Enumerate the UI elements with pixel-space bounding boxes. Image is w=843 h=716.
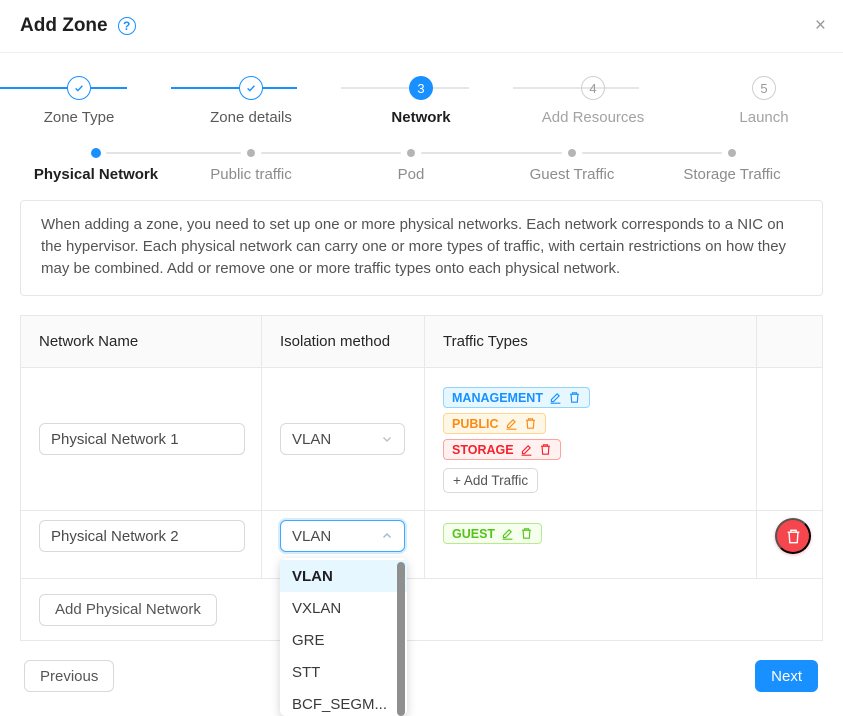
wizard-stepper: 3 4 5 Zone Type Zone details Network Add… [20, 64, 823, 136]
step-label-zone-type: Zone Type [0, 109, 159, 126]
dropdown-option-stt[interactable]: STT [280, 656, 407, 688]
step-connector [513, 87, 639, 89]
network-name-cell [21, 511, 262, 578]
selected-isolation-value: VLAN [292, 431, 331, 448]
delete-icon[interactable] [520, 527, 533, 540]
traffic-tag-public: PUBLIC [443, 413, 546, 434]
traffic-types-cell: GUEST [425, 511, 757, 578]
step-icon-network: 3 [409, 76, 433, 100]
close-icon[interactable]: × [815, 15, 826, 37]
next-button[interactable]: Next [755, 660, 818, 692]
dot-connector [421, 152, 562, 154]
edit-icon[interactable] [549, 391, 562, 404]
dropdown-scrollbar[interactable] [397, 562, 405, 716]
trash-icon [785, 528, 802, 545]
table-header-row: Network Name Isolation method Traffic Ty… [21, 316, 822, 368]
dot-connector [582, 152, 722, 154]
isolation-method-dropdown: VLAN VXLAN GRE STT BCF_SEGM... [280, 558, 407, 716]
dot-public-traffic [247, 149, 255, 157]
sub-step-label-storage-traffic: Storage Traffic [642, 166, 822, 183]
delete-network-button[interactable] [775, 518, 811, 554]
edit-icon[interactable] [501, 527, 514, 540]
previous-button[interactable]: Previous [24, 660, 114, 692]
network-sub-stepper: Physical Network Public traffic Pod Gues… [20, 140, 823, 192]
physical-networks-table: Network Name Isolation method Traffic Ty… [20, 315, 823, 641]
traffic-tag-label: GUEST [452, 527, 495, 541]
step-label-network: Network [341, 109, 501, 126]
dropdown-option-vxlan[interactable]: VXLAN [280, 592, 407, 624]
chevron-up-icon [381, 530, 393, 542]
step-icon-launch: 5 [752, 76, 776, 100]
info-banner: When adding a zone, you need to set up o… [20, 200, 823, 296]
add-physical-network-button[interactable]: Add Physical Network [39, 594, 217, 626]
sub-step-label-guest-traffic: Guest Traffic [482, 166, 662, 183]
edit-icon[interactable] [505, 417, 518, 430]
traffic-tag-label: MANAGEMENT [452, 391, 543, 405]
network-name-cell [21, 368, 262, 510]
sub-step-label-physical-network: Physical Network [6, 166, 186, 183]
help-icon[interactable]: ? [118, 17, 136, 35]
step-icon-add-resources: 4 [581, 76, 605, 100]
network-name-input[interactable] [39, 520, 245, 552]
step-label-launch: Launch [684, 109, 843, 126]
step-label-add-resources: Add Resources [513, 109, 673, 126]
network-name-input[interactable] [39, 423, 245, 455]
table-row: VLAN MANAGEMENT PUBLIC STORAGE [21, 368, 822, 511]
check-icon [245, 82, 257, 94]
step-label-zone-details: Zone details [171, 109, 331, 126]
check-icon [73, 82, 85, 94]
step-icon-zone-type [67, 76, 91, 100]
add-traffic-button[interactable]: + Add Traffic [443, 468, 538, 493]
dropdown-option-vlan[interactable]: VLAN [280, 560, 407, 592]
step-connector [0, 87, 127, 89]
traffic-tag-storage: STORAGE [443, 439, 561, 460]
traffic-tag-management: MANAGEMENT [443, 387, 590, 408]
column-header-isolation-method: Isolation method [262, 316, 425, 367]
step-connector [171, 87, 297, 89]
column-header-actions [757, 316, 822, 367]
dot-guest-traffic [568, 149, 576, 157]
sub-step-label-pod: Pod [321, 166, 501, 183]
dot-connector [261, 152, 401, 154]
column-header-traffic-types: Traffic Types [425, 316, 757, 367]
step-connector [341, 87, 469, 89]
traffic-tag-label: STORAGE [452, 443, 514, 457]
step-icon-zone-details [239, 76, 263, 100]
delete-icon[interactable] [539, 443, 552, 456]
dot-pod [407, 149, 415, 157]
actions-cell [757, 368, 822, 510]
dropdown-option-gre[interactable]: GRE [280, 624, 407, 656]
table-row: VLAN GUEST [21, 511, 822, 579]
dot-storage-traffic [728, 149, 736, 157]
dialog-header: Add Zone ? [0, 0, 843, 53]
column-header-network-name: Network Name [21, 316, 262, 367]
traffic-types-cell: MANAGEMENT PUBLIC STORAGE + Add Traffic [425, 368, 757, 510]
edit-icon[interactable] [520, 443, 533, 456]
isolation-method-select[interactable]: VLAN [280, 423, 405, 455]
table-footer-row: Add Physical Network [21, 579, 822, 640]
isolation-method-select-open[interactable]: VLAN [280, 520, 405, 552]
traffic-tag-guest: GUEST [443, 523, 542, 544]
sub-step-label-public-traffic: Public traffic [161, 166, 341, 183]
isolation-method-cell: VLAN [262, 368, 425, 510]
dot-physical-network [91, 148, 101, 158]
delete-icon[interactable] [524, 417, 537, 430]
delete-icon[interactable] [568, 391, 581, 404]
dot-connector [106, 152, 241, 154]
page-title: Add Zone [20, 15, 108, 37]
chevron-down-icon [381, 433, 393, 445]
actions-cell [757, 511, 827, 578]
selected-isolation-value: VLAN [292, 528, 331, 545]
dropdown-option-bcf-segment[interactable]: BCF_SEGM... [280, 688, 407, 716]
traffic-tag-label: PUBLIC [452, 417, 499, 431]
